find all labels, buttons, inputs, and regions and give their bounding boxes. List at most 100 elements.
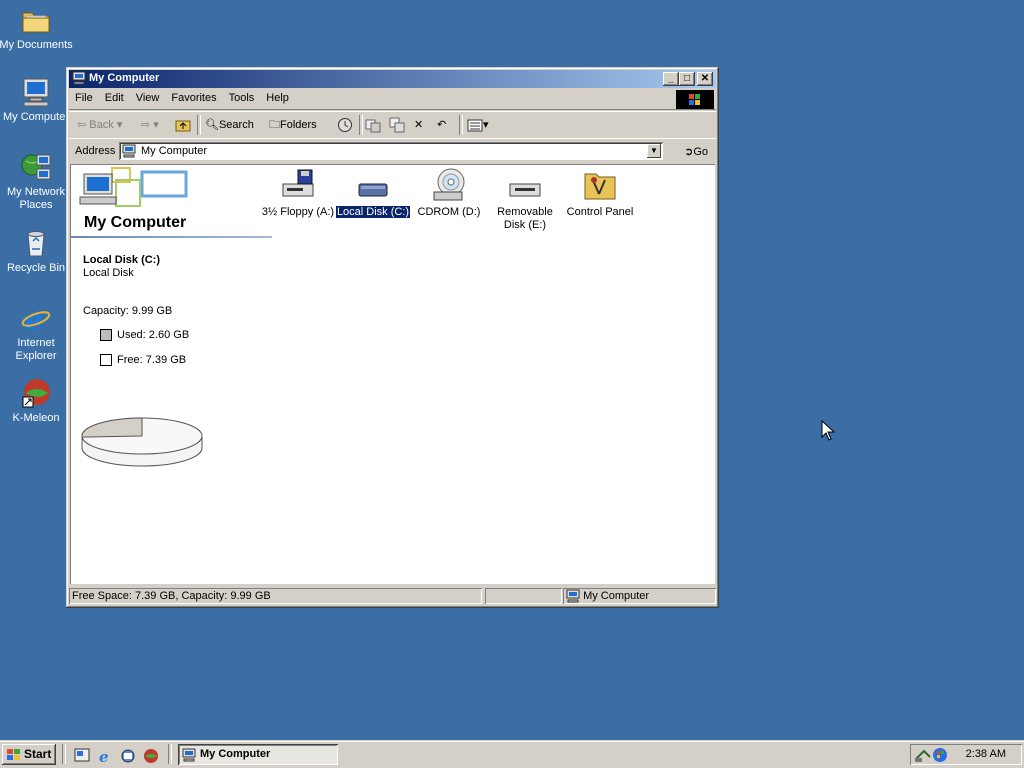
clock: 2:38 AM: [965, 748, 1006, 760]
title-bar[interactable]: My Computer _ □ ✕: [69, 70, 716, 88]
outlook-quicklaunch-icon[interactable]: [120, 748, 136, 767]
item-control-panel[interactable]: Control Panel: [562, 168, 638, 219]
windows-update-icon: [933, 748, 947, 762]
item-local-disk-c[interactable]: Local Disk (C:): [335, 168, 411, 219]
computer-icon: [566, 589, 580, 603]
start-button[interactable]: Start: [2, 744, 56, 765]
free-text: Free: 7.39 GB: [117, 354, 187, 366]
address-label: Address: [75, 145, 116, 157]
address-input[interactable]: My Computer ▼: [119, 142, 663, 160]
computer-icon: [122, 144, 136, 161]
delete-button[interactable]: ✕: [414, 116, 423, 134]
item-removable-disk-e[interactable]: Removable Disk (E:): [487, 168, 563, 232]
windows-logo-icon: [7, 749, 20, 760]
ie-quicklaunch-icon[interactable]: e: [97, 748, 113, 767]
status-zone: My Computer: [563, 588, 716, 604]
up-folder-button[interactable]: [175, 116, 191, 134]
address-dropdown-button[interactable]: ▼: [647, 144, 661, 158]
desktop-icon-my-network-places[interactable]: My Network Places: [0, 151, 74, 212]
mouse-cursor-icon: [821, 420, 835, 441]
removable-disk-icon: [507, 168, 543, 202]
move-to-button[interactable]: [365, 116, 381, 134]
menu-tools[interactable]: Tools: [223, 89, 261, 104]
computer-icon: [20, 76, 52, 108]
desktop-icon-internet-explorer[interactable]: e Internet Explorer: [0, 302, 74, 363]
item-cdrom-d[interactable]: CDROM (D:): [411, 168, 487, 219]
network-status-icon: [915, 749, 931, 762]
show-desktop-icon[interactable]: [74, 748, 90, 765]
my-computer-banner-icon: [79, 167, 188, 207]
pane-divider: [70, 236, 272, 238]
back-arrow-icon: ⇦: [77, 119, 87, 131]
system-tray: 2:38 AM: [910, 744, 1022, 765]
recycle-bin-icon: [20, 227, 52, 259]
computer-icon: [72, 71, 86, 88]
details-pane: My Computer Local Disk (C:) Local Disk C…: [70, 164, 272, 584]
menu-bar: File Edit View Favorites Tools Help: [69, 89, 716, 110]
menu-file[interactable]: File: [69, 89, 99, 104]
up-folder-icon: [175, 120, 191, 132]
history-icon: [338, 118, 352, 133]
svg-text:e: e: [99, 748, 109, 764]
delete-icon: ✕: [414, 119, 424, 131]
status-empty-panel: [485, 588, 562, 604]
selected-drive-name: Local Disk (C:): [83, 254, 161, 266]
menu-favorites[interactable]: Favorites: [165, 89, 222, 104]
selected-drive-type: Local Disk: [83, 267, 134, 279]
pane-title: My Computer: [84, 214, 187, 231]
pie-used-slice: [81, 417, 143, 438]
item-floppy-drive[interactable]: 3½ Floppy (A:): [260, 168, 336, 219]
desktop-icon-recycle-bin[interactable]: Recycle Bin: [0, 227, 74, 275]
hard-disk-icon: [355, 168, 391, 202]
copy-to-button[interactable]: [389, 116, 405, 134]
address-value: My Computer: [141, 145, 208, 157]
chevron-down-icon: ▾: [153, 119, 159, 131]
history-button[interactable]: [337, 116, 353, 134]
maximize-button[interactable]: □: [679, 72, 695, 86]
undo-button[interactable]: ↶: [437, 116, 446, 134]
used-text: Used: 2.60 GB: [117, 329, 190, 341]
my-computer-window: My Computer _ □ ✕ File Edit View Favorites T…: [66, 67, 719, 608]
taskbar-button-my-computer[interactable]: My Computer: [178, 744, 338, 765]
go-arrow-icon: ➲: [684, 146, 694, 158]
copy-to-icon: [389, 117, 405, 133]
k-meleon-quicklaunch-icon[interactable]: [143, 748, 159, 767]
search-icon: 🔍︎: [205, 119, 219, 131]
views-icon: [467, 119, 483, 132]
menu-view[interactable]: View: [130, 89, 166, 104]
search-button[interactable]: 🔍︎Search: [205, 116, 254, 134]
desktop-icon-my-computer[interactable]: My Computer: [0, 76, 74, 124]
windows-logo-icon: [676, 90, 714, 109]
disk-usage-pie-chart: [81, 417, 203, 467]
folders-icon: 🗀: [269, 119, 280, 131]
taskbar: Start e My Computer 2:38 AM: [0, 740, 1024, 768]
go-button[interactable]: ➲Go: [684, 145, 708, 158]
folder-view: My Computer Local Disk (C:) Local Disk C…: [70, 164, 715, 584]
used-legend-swatch: [100, 329, 112, 341]
floppy-drive-icon: [280, 168, 316, 202]
free-legend-swatch: [100, 354, 112, 366]
status-free-space: Free Space: 7.39 GB, Capacity: 9.99 GB: [69, 588, 482, 604]
views-button[interactable]: ▾: [467, 116, 489, 134]
k-meleon-icon: [20, 377, 52, 409]
cdrom-icon: [431, 168, 467, 202]
menu-help[interactable]: Help: [260, 89, 295, 104]
chevron-down-icon: ▾: [483, 119, 489, 131]
forward-button[interactable]: ⇨ ▾: [141, 116, 159, 134]
close-button[interactable]: ✕: [697, 72, 713, 86]
forward-arrow-icon: ⇨: [141, 119, 151, 131]
folders-button[interactable]: 🗀Folders: [269, 116, 317, 134]
move-to-icon: [365, 119, 381, 133]
menu-edit[interactable]: Edit: [99, 89, 130, 104]
address-bar: Address My Computer ▼ ➲Go: [69, 138, 716, 164]
ie-icon: e: [20, 302, 52, 336]
desktop-icon-k-meleon[interactable]: K-Meleon: [0, 377, 74, 425]
window-title: My Computer: [89, 72, 160, 84]
standard-toolbar: ⇦ Back ▾ ⇨ ▾ 🔍︎Search 🗀Folders ✕ ↶ ▾: [69, 111, 716, 139]
computer-icon: [182, 748, 196, 762]
desktop-icon-my-documents[interactable]: My Documents: [0, 4, 74, 52]
back-button[interactable]: ⇦ Back ▾: [77, 116, 122, 134]
capacity-text: Capacity: 9.99 GB: [83, 305, 173, 317]
minimize-button[interactable]: _: [663, 72, 679, 86]
undo-icon: ↶: [437, 119, 447, 131]
